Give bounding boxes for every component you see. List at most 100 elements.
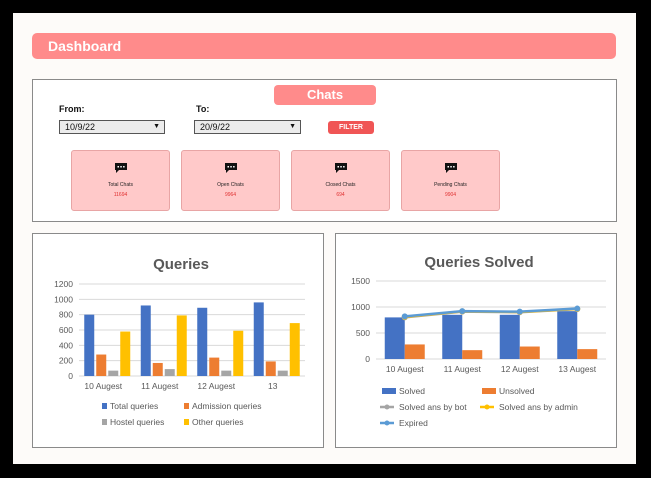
card-title: Open Chats: [217, 182, 244, 188]
y-tick-label: 600: [59, 325, 73, 335]
y-tick-label: 1500: [351, 276, 370, 286]
y-tick-label: 800: [59, 310, 73, 320]
card-total-chats[interactable]: Total Chats 11694: [71, 150, 170, 211]
card-title: Total Chats: [107, 182, 133, 188]
legend-marker: [184, 419, 189, 425]
bar-total-queries: [197, 307, 208, 376]
x-tick-label: 10 Augest: [386, 364, 424, 374]
legend-marker: [484, 404, 490, 410]
chat-icon: [115, 163, 127, 173]
bar-solved: [557, 311, 578, 359]
card-value: 9964: [224, 192, 237, 198]
bar-admission-queries: [209, 357, 220, 376]
bar-total-queries: [140, 305, 151, 376]
legend-label: Solved ans by admin: [499, 402, 578, 412]
bar-unsolved: [519, 346, 540, 359]
legend-label: Solved: [399, 386, 425, 396]
x-tick-label: 13 Augest: [558, 364, 596, 374]
x-tick-label: 12 Augest: [197, 381, 235, 391]
legend-label: Unsolved: [499, 386, 535, 396]
bar-unsolved: [462, 350, 483, 359]
bar-hostel-queries: [108, 370, 119, 376]
chart-title: Queries: [153, 256, 209, 273]
x-tick-label: 11 Augest: [444, 364, 482, 374]
card-title: Closed Chats: [325, 182, 356, 188]
card-closed-chats[interactable]: Closed Chats 694: [291, 150, 390, 211]
bar-hostel-queries: [164, 369, 175, 376]
card-pending-chats[interactable]: Pending Chats 9904: [401, 150, 500, 211]
y-tick-label: 0: [365, 354, 370, 364]
bar-hostel-queries: [277, 370, 288, 376]
point-expired: [574, 305, 581, 312]
x-tick-label: 10 Augest: [84, 381, 122, 391]
y-tick-label: 500: [356, 328, 370, 338]
bar-other-queries: [233, 330, 244, 376]
card-value: 694: [336, 192, 345, 198]
to-date-select[interactable]: 20/9/22 ▼: [194, 120, 301, 134]
legend-label: Hostel queries: [110, 417, 164, 427]
queries-solved-chart: Queries Solved 0 500 1000 1500 10 Augest 11 Au…: [351, 254, 606, 428]
legend-marker: [102, 403, 107, 409]
bar-unsolved: [577, 349, 598, 359]
point-expired: [401, 313, 408, 320]
chats-title: Chats: [274, 85, 376, 105]
chart-title: Queries Solved: [424, 254, 533, 271]
x-tick-label: 11 Augest: [141, 381, 179, 391]
card-value: 11694: [113, 192, 128, 198]
y-tick-label: 0: [68, 371, 73, 381]
queries-chart: Queries 0 200 400 600 800 1000 1200 10 Augest 11 …: [54, 256, 305, 427]
bar-admission-queries: [265, 361, 276, 376]
point-expired: [459, 308, 466, 315]
chevron-down-icon: ▼: [289, 123, 296, 130]
legend-label: Expired: [399, 418, 428, 428]
bar-admission-queries: [96, 354, 107, 376]
chat-icon: [445, 163, 457, 173]
x-tick-label: 12 Augest: [501, 364, 539, 374]
page-title: Dashboard: [32, 33, 616, 59]
legend-label: Total queries: [110, 401, 158, 411]
filter-button[interactable]: FILTER: [328, 121, 374, 134]
bar-solved: [442, 314, 463, 359]
y-tick-label: 1200: [54, 279, 73, 289]
legend-marker: [102, 419, 107, 425]
to-date-value: 20/9/22: [200, 122, 231, 132]
chats-panel: Chats From: 10/9/22 ▼ To: 20/9/22 ▼ FILT…: [32, 79, 617, 222]
y-tick-label: 1000: [54, 294, 73, 304]
bar-other-queries: [289, 323, 300, 376]
bar-admission-queries: [152, 362, 163, 376]
legend-marker: [382, 388, 396, 394]
legend-label: Solved ans by bot: [399, 402, 467, 412]
legend-label: Other queries: [192, 417, 244, 427]
bar-other-queries: [120, 331, 131, 376]
from-date-select[interactable]: 10/9/22 ▼: [59, 120, 165, 134]
legend-label: Admission queries: [192, 401, 261, 411]
bar-solved: [499, 314, 520, 359]
card-title: Pending Chats: [434, 182, 467, 188]
chat-icon: [225, 163, 237, 173]
legend-marker: [384, 420, 390, 426]
card-open-chats[interactable]: Open Chats 9964: [181, 150, 280, 211]
y-tick-label: 1000: [351, 302, 370, 312]
line-expired: [404, 307, 578, 318]
bar-total-queries: [253, 302, 264, 376]
from-label: From:: [59, 104, 85, 114]
legend-marker: [384, 404, 390, 410]
legend-marker: [482, 388, 496, 394]
chevron-down-icon: ▼: [153, 123, 160, 130]
point-expired: [516, 308, 523, 315]
bar-unsolved: [404, 344, 425, 359]
legend-marker: [184, 403, 189, 409]
y-tick-label: 200: [59, 356, 73, 366]
y-tick-label: 400: [59, 340, 73, 350]
to-label: To:: [196, 104, 210, 114]
bar-total-queries: [84, 314, 95, 376]
x-tick-label: 13: [268, 381, 278, 391]
from-date-value: 10/9/22: [65, 122, 96, 132]
chat-icon: [335, 163, 347, 173]
dashboard-frame: Dashboard Chats From: 10/9/22 ▼ To: 20/9…: [13, 13, 636, 464]
bar-other-queries: [176, 315, 187, 376]
queries-chart-panel: Queries 0 200 400 600 800 1000 1200 10 Augest 11 …: [32, 233, 324, 448]
bar-solved: [384, 317, 405, 359]
bar-hostel-queries: [221, 370, 232, 376]
queries-solved-chart-panel: Queries Solved 0 500 1000 1500 10 Augest 11 Au…: [335, 233, 617, 448]
